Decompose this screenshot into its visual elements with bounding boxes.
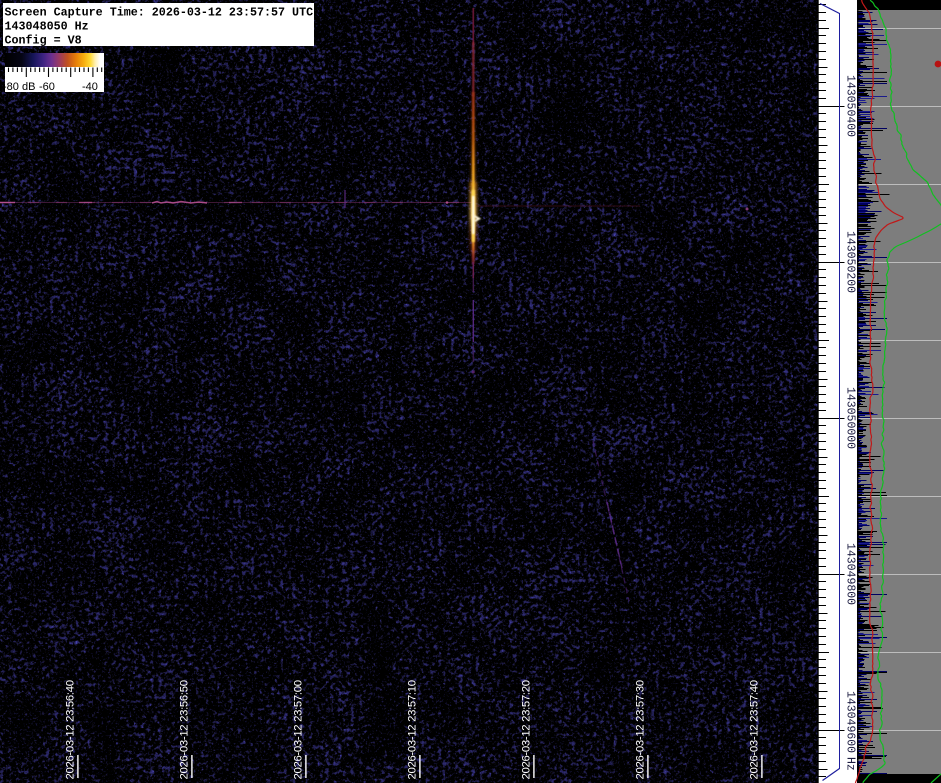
svg-text:143048050 Hz: 143048050 Hz [5, 20, 89, 34]
svg-text:-40: -40 [82, 81, 98, 93]
svg-text:2026-03-12 23:57:30: 2026-03-12 23:57:30 [635, 680, 647, 779]
svg-text:2026-03-12 23:57:10: 2026-03-12 23:57:10 [407, 680, 419, 779]
svg-text:2026-03-12 23:57:20: 2026-03-12 23:57:20 [521, 680, 533, 779]
svg-text:Config = V8: Config = V8 [5, 34, 82, 48]
svg-text:143049600: 143049600 [844, 691, 857, 753]
svg-text:143050400: 143050400 [844, 75, 857, 137]
svg-text:2026-03-12 23:56:50: 2026-03-12 23:56:50 [179, 680, 191, 779]
svg-text:2026-03-12 23:57:40: 2026-03-12 23:57:40 [749, 680, 761, 779]
svg-text:-60: -60 [39, 81, 55, 93]
svg-text:-80 dB: -80 dB [3, 81, 35, 93]
svg-text:Screen Capture Time: 2026-03-1: Screen Capture Time: 2026-03-12 23:57:57… [5, 6, 314, 20]
svg-text:143050000: 143050000 [844, 387, 857, 449]
svg-text:Hz: Hz [844, 757, 857, 771]
svg-text:2026-03-12 23:56:40: 2026-03-12 23:56:40 [65, 680, 77, 779]
svg-text:2026-03-12 23:57:00: 2026-03-12 23:57:00 [293, 680, 305, 779]
svg-text:143050200: 143050200 [844, 231, 857, 293]
svg-text:143049800: 143049800 [844, 543, 857, 605]
